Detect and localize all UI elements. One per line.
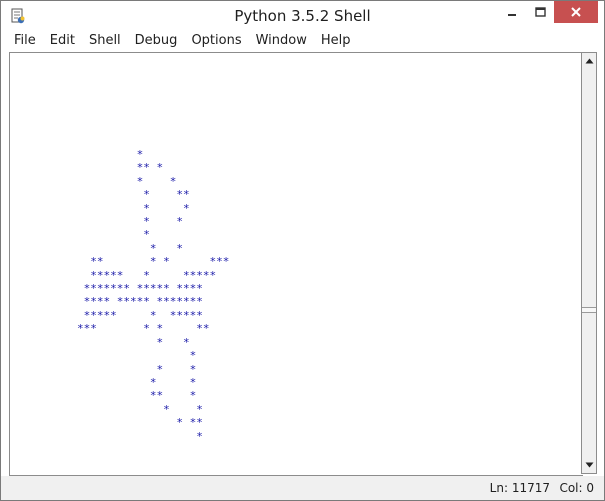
status-bar: Ln: 11717 Col: 0 (1, 476, 604, 500)
maximize-icon (534, 7, 546, 17)
shell-output: * ** * * * * ** * * * * * * * ** * * ***… (77, 148, 230, 443)
scroll-up-button[interactable] (582, 53, 596, 69)
title-bar[interactable]: Python 3.5.2 Shell (1, 1, 604, 31)
menu-options[interactable]: Options (184, 31, 248, 51)
close-button[interactable] (554, 1, 598, 23)
menu-window[interactable]: Window (249, 31, 314, 51)
menu-shell[interactable]: Shell (82, 31, 128, 51)
scroll-down-icon (585, 462, 593, 468)
menu-file[interactable]: File (7, 31, 43, 51)
column-number: Col: 0 (559, 481, 594, 495)
menu-debug[interactable]: Debug (128, 31, 185, 51)
minimize-icon (508, 14, 516, 16)
minimize-button[interactable] (498, 1, 526, 23)
close-icon (571, 7, 581, 17)
scroll-thumb[interactable] (582, 307, 596, 313)
menu-bar: File Edit Shell Debug Options Window Hel… (1, 31, 604, 51)
vertical-scrollbar[interactable] (581, 52, 597, 474)
idle-shell-window: Python 3.5.2 Shell File Edit Shell Debug… (0, 0, 605, 501)
maximize-button[interactable] (526, 1, 554, 23)
shell-text-area[interactable]: * ** * * * * ** * * * * * * * ** * * ***… (9, 52, 583, 476)
line-number: Ln: 11717 (489, 481, 550, 495)
menu-help[interactable]: Help (314, 31, 358, 51)
menu-edit[interactable]: Edit (43, 31, 82, 51)
scroll-down-button[interactable] (582, 457, 596, 473)
scroll-up-icon (585, 58, 593, 64)
